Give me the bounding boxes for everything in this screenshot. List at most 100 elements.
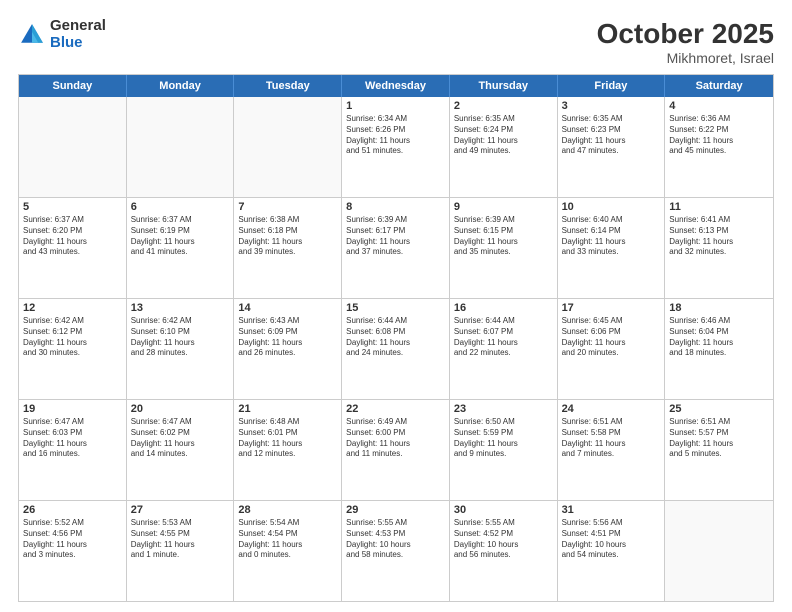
day-number: 1 <box>346 100 445 112</box>
day-number: 5 <box>23 201 122 213</box>
day-cell-31: 31Sunrise: 5:56 AM Sunset: 4:51 PM Dayli… <box>558 501 666 601</box>
day-info: Sunrise: 6:46 AM Sunset: 6:04 PM Dayligh… <box>669 316 769 359</box>
day-info: Sunrise: 6:34 AM Sunset: 6:26 PM Dayligh… <box>346 114 445 157</box>
day-cell-12: 12 Sunrise: 6:42 AM Sunset: 6:12 PM Dayli… <box>19 299 127 399</box>
day-number: 23 <box>454 403 553 415</box>
day-number: 3 <box>562 100 661 112</box>
day-number: 20 <box>131 403 230 415</box>
day-number: 12 <box>23 302 122 314</box>
day-cell-20: 20 Sunrise: 6:47 AM Sunset: 6:02 PM Dayli… <box>127 400 235 500</box>
logo-blue-text: Blue <box>50 35 106 52</box>
header-day-wednesday: Wednesday <box>342 75 450 97</box>
header-day-tuesday: Tuesday <box>234 75 342 97</box>
header-day-saturday: Saturday <box>665 75 773 97</box>
calendar-row-1: 1 Sunrise: 6:34 AM Sunset: 6:26 PM Daylig… <box>19 97 773 197</box>
day-info: Sunrise: 6:45 AM Sunset: 6:06 PM Dayligh… <box>562 316 661 359</box>
day-number: 30 <box>454 504 553 516</box>
day-cell-21: 21 Sunrise: 6:48 AM Sunset: 6:01 PM Dayli… <box>234 400 342 500</box>
day-info: Sunrise: 6:42 AM Sunset: 6:10 PM Dayligh… <box>131 316 230 359</box>
day-info: Sunrise: 6:43 AM Sunset: 6:09 PM Dayligh… <box>238 316 337 359</box>
day-cell-22: 22 Sunrise: 6:49 AM Sunset: 6:00 PM Dayli… <box>342 400 450 500</box>
day-number: 18 <box>669 302 769 314</box>
empty-cell <box>665 501 773 601</box>
day-number: 11 <box>669 201 769 213</box>
day-info: Sunrise: 5:54 AM Sunset: 4:54 PM Dayligh… <box>238 518 337 561</box>
day-cell-16: 16Sunrise: 6:44 AM Sunset: 6:07 PM Dayli… <box>450 299 558 399</box>
day-cell-5: 5 Sunrise: 6:37 AM Sunset: 6:20 PM Daylig… <box>19 198 127 298</box>
empty-cell <box>127 97 235 197</box>
day-number: 21 <box>238 403 337 415</box>
day-number: 2 <box>454 100 553 112</box>
subtitle: Mikhmoret, Israel <box>597 50 774 66</box>
day-cell-30: 30 Sunrise: 5:55 AM Sunset: 4:52 PM Dayli… <box>450 501 558 601</box>
day-number: 26 <box>23 504 122 516</box>
day-cell-1: 1 Sunrise: 6:34 AM Sunset: 6:26 PM Daylig… <box>342 97 450 197</box>
logo: General Blue <box>18 18 106 51</box>
day-info: Sunrise: 6:38 AM Sunset: 6:18 PM Dayligh… <box>238 215 337 258</box>
day-info: Sunrise: 6:35 AM Sunset: 6:24 PM Dayligh… <box>454 114 553 157</box>
day-cell-2: 2 Sunrise: 6:35 AM Sunset: 6:24 PM Daylig… <box>450 97 558 197</box>
day-cell-13: 13 Sunrise: 6:42 AM Sunset: 6:10 PM Dayli… <box>127 299 235 399</box>
day-cell-26: 26Sunrise: 5:52 AM Sunset: 4:56 PM Dayli… <box>19 501 127 601</box>
day-info: Sunrise: 5:56 AM Sunset: 4:51 PM Dayligh… <box>562 518 661 561</box>
day-info: Sunrise: 5:55 AM Sunset: 4:53 PM Dayligh… <box>346 518 445 561</box>
logo-icon <box>18 21 46 49</box>
day-number: 6 <box>131 201 230 213</box>
day-info: Sunrise: 6:42 AM Sunset: 6:12 PM Dayligh… <box>23 316 122 359</box>
header-day-monday: Monday <box>127 75 235 97</box>
day-number: 17 <box>562 302 661 314</box>
day-info: Sunrise: 6:37 AM Sunset: 6:19 PM Dayligh… <box>131 215 230 258</box>
day-info: Sunrise: 5:55 AM Sunset: 4:52 PM Dayligh… <box>454 518 553 561</box>
day-info: Sunrise: 6:35 AM Sunset: 6:23 PM Dayligh… <box>562 114 661 157</box>
empty-cell <box>19 97 127 197</box>
day-number: 19 <box>23 403 122 415</box>
day-info: Sunrise: 6:39 AM Sunset: 6:15 PM Dayligh… <box>454 215 553 258</box>
day-info: Sunrise: 6:39 AM Sunset: 6:17 PM Dayligh… <box>346 215 445 258</box>
day-info: Sunrise: 6:36 AM Sunset: 6:22 PM Dayligh… <box>669 114 769 157</box>
day-info: Sunrise: 6:51 AM Sunset: 5:58 PM Dayligh… <box>562 417 661 460</box>
day-cell-25: 25Sunrise: 6:51 AM Sunset: 5:57 PM Dayli… <box>665 400 773 500</box>
header-day-thursday: Thursday <box>450 75 558 97</box>
calendar-row-4: 19 Sunrise: 6:47 AM Sunset: 6:03 PM Dayli… <box>19 399 773 500</box>
empty-cell <box>234 97 342 197</box>
day-cell-6: 6 Sunrise: 6:37 AM Sunset: 6:19 PM Daylig… <box>127 198 235 298</box>
day-cell-4: 4 Sunrise: 6:36 AM Sunset: 6:22 PM Daylig… <box>665 97 773 197</box>
day-number: 27 <box>131 504 230 516</box>
day-cell-10: 10Sunrise: 6:40 AM Sunset: 6:14 PM Dayli… <box>558 198 666 298</box>
day-number: 28 <box>238 504 337 516</box>
page: General Blue October 2025 Mikhmoret, Isr… <box>0 0 792 612</box>
day-number: 13 <box>131 302 230 314</box>
day-cell-11: 11 Sunrise: 6:41 AM Sunset: 6:13 PM Dayli… <box>665 198 773 298</box>
day-number: 22 <box>346 403 445 415</box>
day-cell-23: 23 Sunrise: 6:50 AM Sunset: 5:59 PM Dayli… <box>450 400 558 500</box>
day-info: Sunrise: 6:47 AM Sunset: 6:02 PM Dayligh… <box>131 417 230 460</box>
day-number: 14 <box>238 302 337 314</box>
calendar-body: 1 Sunrise: 6:34 AM Sunset: 6:26 PM Daylig… <box>19 97 773 601</box>
day-info: Sunrise: 6:49 AM Sunset: 6:00 PM Dayligh… <box>346 417 445 460</box>
day-number: 16 <box>454 302 553 314</box>
day-cell-19: 19 Sunrise: 6:47 AM Sunset: 6:03 PM Dayli… <box>19 400 127 500</box>
day-number: 4 <box>669 100 769 112</box>
day-info: Sunrise: 6:37 AM Sunset: 6:20 PM Dayligh… <box>23 215 122 258</box>
day-info: Sunrise: 6:40 AM Sunset: 6:14 PM Dayligh… <box>562 215 661 258</box>
day-cell-9: 9 Sunrise: 6:39 AM Sunset: 6:15 PM Daylig… <box>450 198 558 298</box>
calendar: SundayMondayTuesdayWednesdayThursdayFrid… <box>18 74 774 602</box>
day-info: Sunrise: 6:50 AM Sunset: 5:59 PM Dayligh… <box>454 417 553 460</box>
day-info: Sunrise: 6:44 AM Sunset: 6:08 PM Dayligh… <box>346 316 445 359</box>
day-info: Sunrise: 6:48 AM Sunset: 6:01 PM Dayligh… <box>238 417 337 460</box>
day-cell-7: 7Sunrise: 6:38 AM Sunset: 6:18 PM Daylig… <box>234 198 342 298</box>
calendar-header: SundayMondayTuesdayWednesdayThursdayFrid… <box>19 75 773 97</box>
header-day-sunday: Sunday <box>19 75 127 97</box>
title-area: October 2025 Mikhmoret, Israel <box>597 18 774 66</box>
header: General Blue October 2025 Mikhmoret, Isr… <box>18 18 774 66</box>
header-day-friday: Friday <box>558 75 666 97</box>
day-number: 8 <box>346 201 445 213</box>
day-info: Sunrise: 6:47 AM Sunset: 6:03 PM Dayligh… <box>23 417 122 460</box>
day-cell-28: 28 Sunrise: 5:54 AM Sunset: 4:54 PM Dayli… <box>234 501 342 601</box>
calendar-row-5: 26Sunrise: 5:52 AM Sunset: 4:56 PM Dayli… <box>19 500 773 601</box>
logo-general-text: General <box>50 18 106 35</box>
day-number: 15 <box>346 302 445 314</box>
day-number: 9 <box>454 201 553 213</box>
day-info: Sunrise: 5:53 AM Sunset: 4:55 PM Dayligh… <box>131 518 230 561</box>
day-info: Sunrise: 6:41 AM Sunset: 6:13 PM Dayligh… <box>669 215 769 258</box>
